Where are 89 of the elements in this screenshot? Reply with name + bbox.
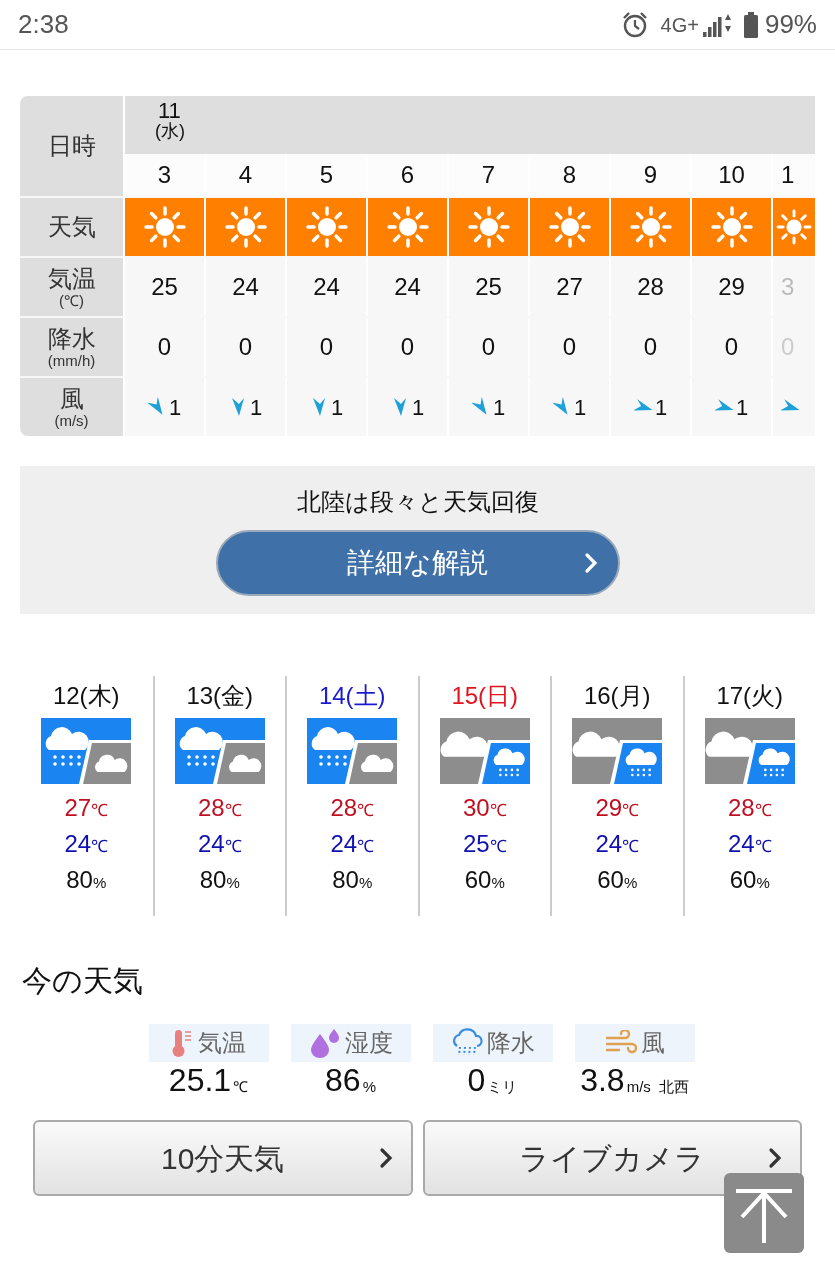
day-weekday: (水) xyxy=(155,122,185,140)
high-temperature: 28℃ xyxy=(727,796,772,820)
forecast-date: 13(金) xyxy=(186,681,254,711)
high-temperature: 27℃ xyxy=(64,796,109,820)
thermometer-icon xyxy=(171,1028,194,1058)
temperature-cell: 28 xyxy=(609,258,690,316)
scroll-to-top-button[interactable] xyxy=(724,1173,804,1253)
precipitation-chance: 80% xyxy=(199,868,240,892)
wind-speed: 1 xyxy=(330,393,344,422)
hour-cell: 4 xyxy=(204,154,285,196)
high-temperature: 28℃ xyxy=(197,796,242,820)
low-temperature: 24℃ xyxy=(727,832,772,856)
commentary-headline: 北陸は段々と天気回復 xyxy=(296,487,539,517)
row-label: 天気 xyxy=(20,198,123,256)
temperature-cell: 3 xyxy=(771,258,815,316)
temperature-cell: 25 xyxy=(447,258,528,316)
row-label: 降水 (mm/h) xyxy=(20,318,123,376)
wind-icon xyxy=(604,1030,637,1056)
section-title: 今の天気 xyxy=(22,966,144,996)
wind-speed: 1 xyxy=(411,393,425,422)
temperature-cell: 24 xyxy=(366,258,447,316)
weather-metric-label: 湿度 xyxy=(290,1024,411,1062)
row-label: 日時 xyxy=(20,96,123,196)
low-temperature: 25℃ xyxy=(462,832,507,856)
precipitation-cell: 0 xyxy=(690,318,771,376)
water-drops-icon xyxy=(308,1028,341,1058)
precipitation-chance: 60% xyxy=(597,868,638,892)
weather-metric-value: 0 ミリ xyxy=(467,1064,518,1096)
hour-cell: 10 xyxy=(690,154,771,196)
wind-speed: 1 xyxy=(168,393,182,422)
precipitation-cell: 0 xyxy=(609,318,690,376)
hour-cell: 1 xyxy=(771,154,815,196)
chevron-right-icon xyxy=(583,552,598,574)
chevron-right-icon xyxy=(378,1147,393,1169)
precipitation-cell: 0 xyxy=(285,318,366,376)
temperature-cell: 24 xyxy=(204,258,285,316)
temperature-cell: 27 xyxy=(528,258,609,316)
forecast-date: 16(月) xyxy=(583,681,651,711)
status-time: 2:38 xyxy=(18,8,69,41)
precipitation-chance: 80% xyxy=(66,868,107,892)
low-temperature: 24℃ xyxy=(64,832,109,856)
precipitation-chance: 60% xyxy=(464,868,505,892)
precipitation-cell: 0 xyxy=(123,318,204,376)
high-temperature: 28℃ xyxy=(330,796,375,820)
forecast-date: 14(土) xyxy=(318,681,386,711)
link-button[interactable]: 10分天気 xyxy=(33,1120,413,1196)
temperature-cell: 24 xyxy=(285,258,366,316)
precipitation-chance: 80% xyxy=(332,868,373,892)
wind-speed: 1 xyxy=(249,393,263,422)
weather-metric-label: 風 xyxy=(574,1024,695,1062)
wind-speed: 1 xyxy=(492,393,506,422)
temperature-cell: 29 xyxy=(690,258,771,316)
battery-level: 99% xyxy=(764,8,817,41)
precipitation-cell: 0 xyxy=(204,318,285,376)
row-label: 気温 (℃) xyxy=(20,258,123,316)
low-temperature: 24℃ xyxy=(330,832,375,856)
temperature-cell: 25 xyxy=(123,258,204,316)
precipitation-cell: 0 xyxy=(366,318,447,376)
low-temperature: 24℃ xyxy=(595,832,640,856)
chevron-right-icon xyxy=(768,1147,782,1169)
hour-cell: 6 xyxy=(366,154,447,196)
weather-metric-value: 25.1℃ xyxy=(168,1064,249,1096)
battery-icon xyxy=(742,11,759,38)
precipitation-cell: 0 xyxy=(528,318,609,376)
wind-speed: 1 xyxy=(654,393,668,422)
network-type: 4G+ xyxy=(660,12,699,38)
hour-cell: 5 xyxy=(285,154,366,196)
details-button[interactable]: 詳細な解説 xyxy=(215,530,620,596)
weather-metric-value: 86% xyxy=(325,1064,376,1096)
hour-cell: 9 xyxy=(609,154,690,196)
hour-cell: 7 xyxy=(447,154,528,196)
day-date: 11 xyxy=(158,100,181,122)
wind-speed: 1 xyxy=(573,393,587,422)
forecast-date: 15(日) xyxy=(451,681,519,711)
high-temperature: 29℃ xyxy=(595,796,640,820)
row-label: 風 (m/s) xyxy=(20,378,123,436)
precipitation-chance: 60% xyxy=(729,868,770,892)
forecast-date: 17(火) xyxy=(716,681,784,711)
link-button[interactable]: ライブカメラ xyxy=(422,1120,802,1196)
precipitation-cell: 0 xyxy=(447,318,528,376)
weather-metric-label: 気温 xyxy=(148,1024,269,1062)
high-temperature: 30℃ xyxy=(462,796,507,820)
hour-cell: 8 xyxy=(528,154,609,196)
wind-speed: 1 xyxy=(735,393,749,422)
low-temperature: 24℃ xyxy=(197,832,242,856)
forecast-date: 12(木) xyxy=(52,681,120,711)
weather-metric-value: 3.8 m/s 北西 xyxy=(580,1064,689,1096)
hour-cell: 3 xyxy=(123,154,204,196)
weather-metric-label: 降水 xyxy=(432,1024,553,1062)
